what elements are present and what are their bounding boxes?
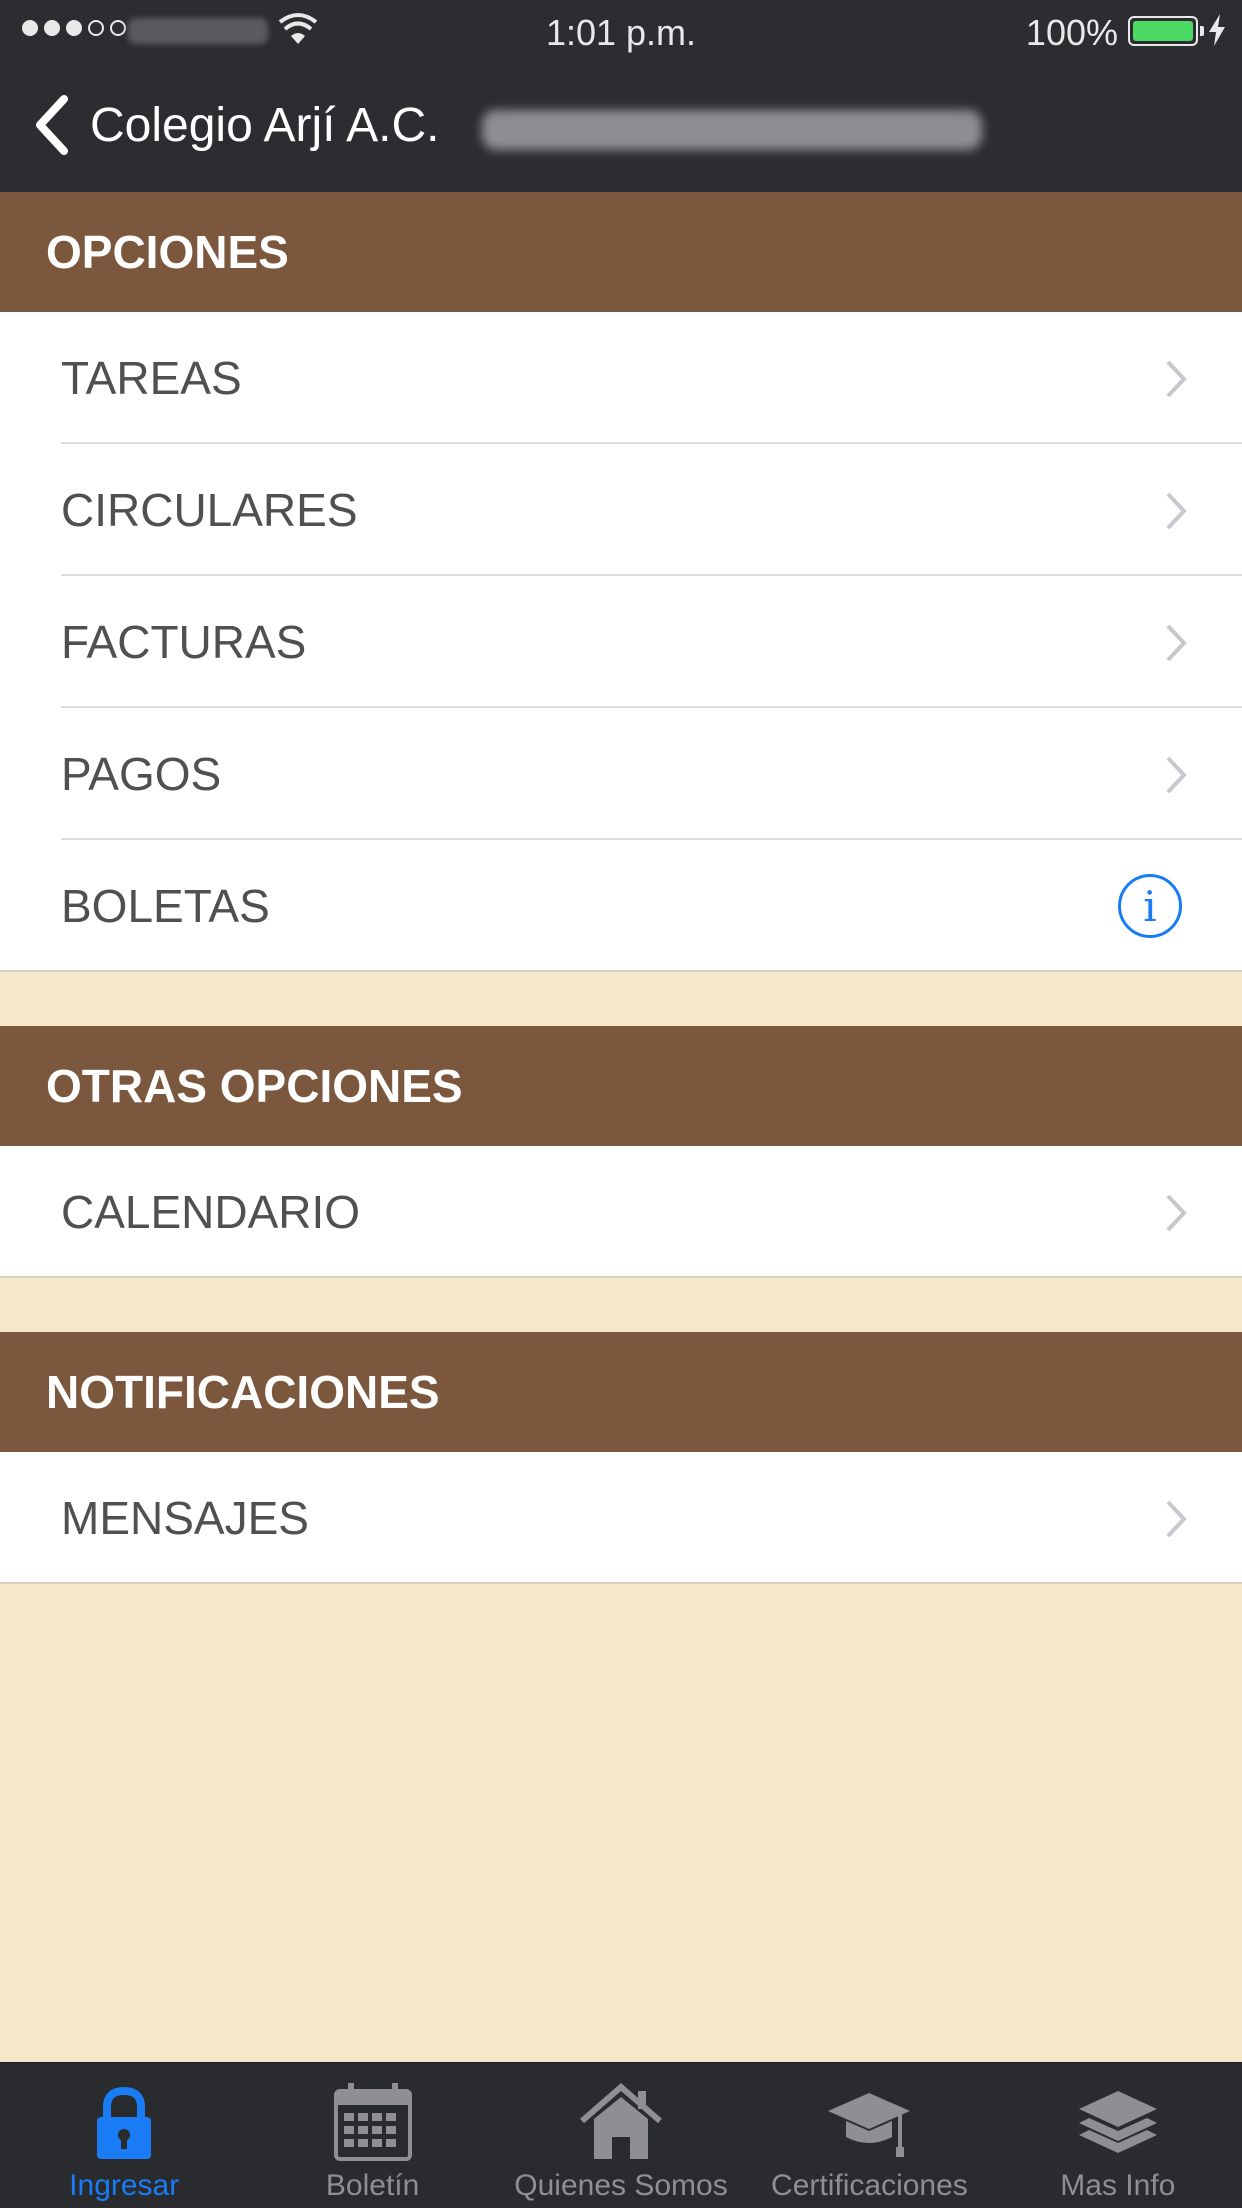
list-item-label: CIRCULARES (61, 484, 358, 536)
battery-percentage: 100% (1025, 12, 1118, 53)
list-item-label: BOLETAS (61, 880, 270, 932)
charging-bolt-icon (1209, 14, 1225, 46)
list-item-facturas[interactable]: FACTURAS (0, 576, 1242, 708)
back-button[interactable]: Colegio Arjí A.C. (30, 90, 440, 160)
list-item-label: CALENDARIO (61, 1186, 361, 1238)
list-item-label: TAREAS (61, 352, 242, 404)
list-item-mensajes[interactable]: MENSAJES (0, 1452, 1242, 1584)
navigation-bar: Colegio Arjí A.C. (0, 62, 1242, 192)
chevron-right-icon (1166, 360, 1187, 398)
list-otras-opciones: CALENDARIO (0, 1146, 1242, 1278)
list-bottom-border (0, 970, 1242, 972)
lock-icon (97, 2086, 152, 2159)
tab-bar: Ingresar Boletín Quienes Somos Certifica… (0, 2062, 1242, 2208)
chevron-left-icon (36, 95, 68, 155)
user-name-redacted (482, 110, 982, 150)
tab-label: Ingresar (69, 2169, 180, 2202)
chevron-right-icon (1166, 492, 1187, 530)
chevron-right-icon (1166, 756, 1187, 794)
list-item-boletas[interactable]: BOLETAS i (0, 840, 1242, 972)
list-item-pagos[interactable]: PAGOS (0, 708, 1242, 840)
tab-quienes-somos[interactable]: Quienes Somos (497, 2063, 745, 2208)
battery-icon (1128, 16, 1204, 46)
graduation-cap-icon (828, 2093, 911, 2157)
tab-label: Certificaciones (771, 2169, 968, 2202)
tab-boletin[interactable]: Boletín (248, 2063, 496, 2208)
list-notificaciones: MENSAJES (0, 1452, 1242, 1584)
list-item-label: FACTURAS (61, 616, 307, 668)
calendar-icon (333, 2083, 412, 2161)
status-bar: 1:01 p.m. 100% (0, 0, 1242, 62)
chevron-right-icon (1166, 624, 1187, 662)
section-header-otras-opciones: OTRAS OPCIONES (0, 1026, 1242, 1146)
list-item-calendario[interactable]: CALENDARIO (0, 1146, 1242, 1278)
list-item-circulares[interactable]: CIRCULARES (0, 444, 1242, 576)
list-bottom-border (0, 1276, 1242, 1278)
list-bottom-border (0, 1582, 1242, 1584)
tab-certificaciones[interactable]: Certificaciones (745, 2063, 993, 2208)
layers-icon (1078, 2091, 1157, 2153)
tab-ingresar[interactable]: Ingresar (0, 2063, 248, 2208)
section-header-notificaciones: NOTIFICACIONES (0, 1332, 1242, 1452)
tab-mas-info[interactable]: Mas Info (994, 2063, 1242, 2208)
tab-label: Boletín (325, 2169, 420, 2202)
house-icon (580, 2083, 662, 2159)
chevron-right-icon (1166, 1500, 1187, 1538)
chevron-right-icon (1166, 1194, 1187, 1232)
tab-label: Quienes Somos (514, 2169, 728, 2202)
list-item-label: PAGOS (61, 748, 222, 800)
info-icon[interactable]: i (1118, 874, 1182, 938)
list-item-tareas[interactable]: TAREAS (0, 312, 1242, 444)
list-opciones: TAREAS CIRCULARES FACTURAS PAGOS BOLETAS… (0, 312, 1242, 972)
list-item-label: MENSAJES (61, 1492, 309, 1544)
nav-title: Colegio Arjí A.C. (90, 98, 440, 152)
section-header-opciones: OPCIONES (0, 192, 1242, 312)
tab-label: Mas Info (1060, 2169, 1176, 2202)
